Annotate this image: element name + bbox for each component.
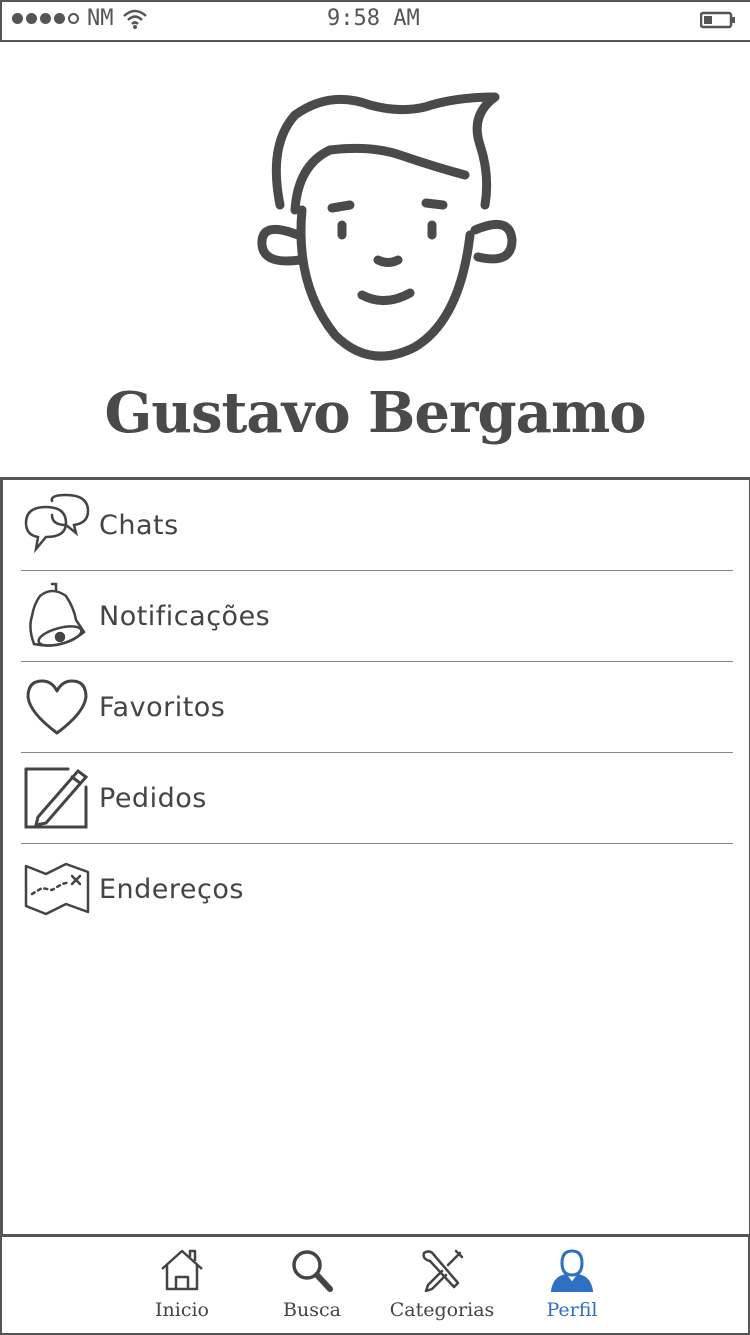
menu-item-favoritos[interactable]: Favoritos [21, 662, 733, 753]
menu-item-label: Favoritos [99, 691, 226, 723]
menu-item-notificacoes[interactable]: Notificações [21, 571, 733, 662]
bell-icon [21, 580, 93, 652]
menu-item-enderecos[interactable]: Endereços [21, 844, 733, 934]
home-icon [161, 1249, 203, 1291]
tab-categorias[interactable]: Categorias [387, 1247, 497, 1321]
status-bar: NM 9:58 AM [0, 0, 750, 42]
tab-label: Inicio [155, 1299, 209, 1321]
pencil-square-icon [21, 762, 93, 834]
tab-perfil[interactable]: Perfil [517, 1247, 627, 1321]
avatar [257, 92, 517, 361]
tools-icon [422, 1249, 464, 1293]
tab-label: Busca [283, 1299, 341, 1321]
tab-bar: Inicio Busca Categorias Perfil [0, 1234, 750, 1335]
map-icon [21, 853, 93, 925]
user-icon [550, 1249, 594, 1292]
signal-strength-icon [12, 13, 79, 24]
wifi-icon [122, 9, 147, 29]
search-icon [292, 1250, 333, 1292]
tab-inicio[interactable]: Inicio [127, 1247, 237, 1321]
carrier-label: NM [87, 6, 114, 31]
status-time: 9:58 AM [327, 6, 420, 31]
menu-item-pedidos[interactable]: Pedidos [21, 753, 733, 844]
profile-menu: Chats Notificações Favoritos Pedidos End… [0, 477, 750, 1237]
status-left: NM [12, 6, 148, 31]
menu-item-label: Endereços [99, 873, 244, 905]
tab-label: Categorias [389, 1299, 495, 1321]
profile-name: Gustavo Bergamo [104, 380, 646, 446]
menu-item-label: Pedidos [99, 782, 207, 814]
tab-label: Perfil [546, 1299, 598, 1321]
chat-bubbles-icon [21, 489, 93, 561]
heart-icon [21, 671, 93, 743]
battery-icon [700, 11, 735, 29]
menu-item-label: Notificações [99, 600, 271, 632]
menu-item-chats[interactable]: Chats [21, 480, 733, 571]
menu-item-label: Chats [99, 509, 179, 541]
tab-busca[interactable]: Busca [257, 1247, 367, 1321]
